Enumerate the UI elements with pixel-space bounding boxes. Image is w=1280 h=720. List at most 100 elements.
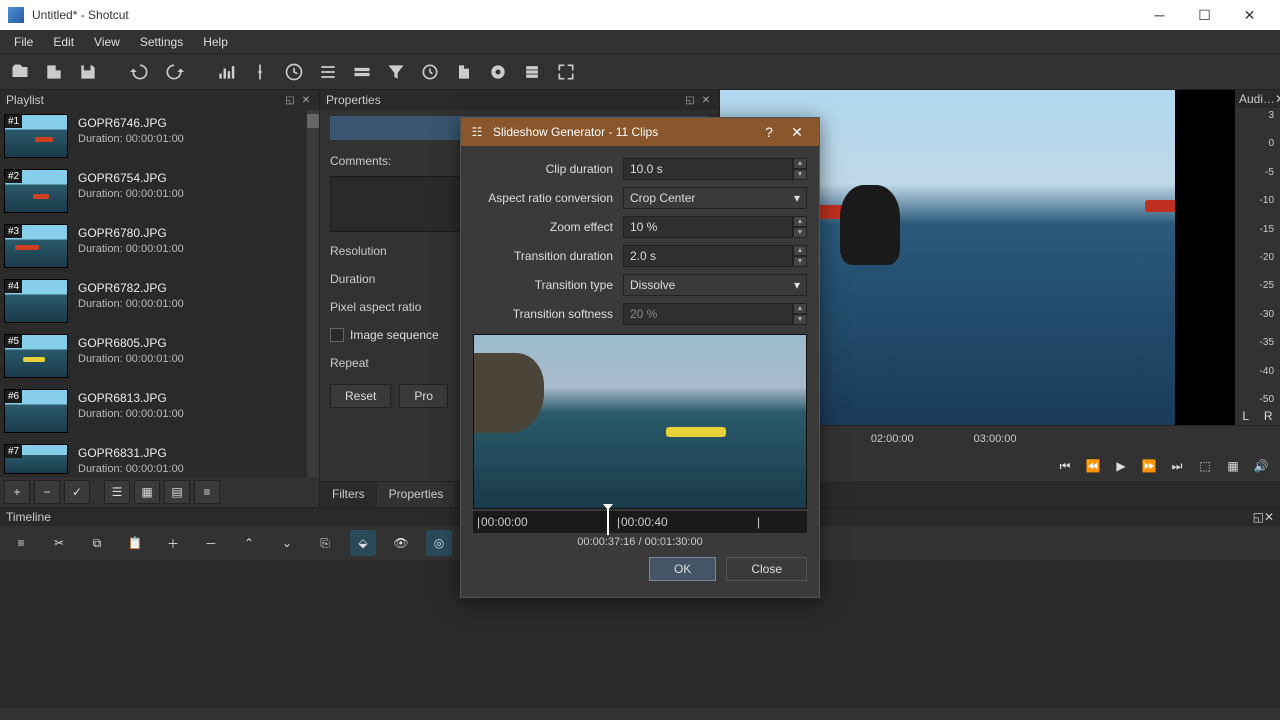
- timeline-icon[interactable]: [350, 60, 374, 84]
- dialog-preview[interactable]: [473, 334, 807, 509]
- playlist-item[interactable]: #1 GOPR6746.JPGDuration: 00:00:01:00: [0, 110, 319, 165]
- menu-help[interactable]: Help: [193, 32, 238, 52]
- playlist-menu-icon[interactable]: ≡: [194, 480, 220, 504]
- cut-icon[interactable]: ✂: [46, 530, 72, 556]
- redo-icon[interactable]: [162, 60, 186, 84]
- recent-icon[interactable]: [282, 60, 306, 84]
- aspect-select[interactable]: Crop Center▾: [623, 187, 807, 209]
- split-icon[interactable]: ⎘: [312, 530, 338, 556]
- fast-forward-icon[interactable]: ⏩: [1138, 455, 1160, 477]
- scrub-icon[interactable]: 👁: [388, 530, 414, 556]
- filters-icon[interactable]: [384, 60, 408, 84]
- chevron-down-icon: ▾: [794, 278, 800, 292]
- save-icon[interactable]: [76, 60, 100, 84]
- playlist-item[interactable]: #7 GOPR6831.JPGDuration: 00:00:01:00: [0, 440, 319, 477]
- minimize-button[interactable]: ─: [1137, 0, 1182, 30]
- lift-icon[interactable]: ⌃: [236, 530, 262, 556]
- dialog-timeline[interactable]: | 00:00:00 | 00:00:40 |: [473, 511, 807, 533]
- ripple-icon[interactable]: ◎: [426, 530, 452, 556]
- snap-icon[interactable]: ⬙: [350, 530, 376, 556]
- playlist-item-name: GOPR6746.JPG: [78, 116, 184, 130]
- clip-duration-field[interactable]: [623, 158, 793, 180]
- playlist-list[interactable]: #1 GOPR6746.JPGDuration: 00:00:01:00 #2 …: [0, 110, 319, 477]
- history-icon[interactable]: [452, 60, 476, 84]
- undo-icon[interactable]: [128, 60, 152, 84]
- reset-button[interactable]: Reset: [330, 384, 391, 408]
- dialog-body: Clip duration ▲▼ Aspect ratio conversion…: [461, 146, 819, 597]
- playlist-remove-button[interactable]: −: [34, 480, 60, 504]
- dialog-titlebar[interactable]: ☷ Slideshow Generator - 11 Clips ? ✕: [461, 118, 819, 146]
- menu-file[interactable]: File: [4, 32, 43, 52]
- rewind-icon[interactable]: ⏪: [1082, 455, 1104, 477]
- spinner[interactable]: ▲▼: [793, 158, 807, 180]
- open-file-icon[interactable]: [8, 60, 32, 84]
- playlist-item[interactable]: #3 GOPR6780.JPGDuration: 00:00:01:00: [0, 220, 319, 275]
- jobs-icon[interactable]: [520, 60, 544, 84]
- playlist-view-tiles-icon[interactable]: ▦: [134, 480, 160, 504]
- playlist-thumb: #3: [4, 224, 68, 268]
- spinner[interactable]: ▲▼: [793, 245, 807, 267]
- tab-filters[interactable]: Filters: [320, 482, 377, 507]
- playlist-view-details-icon[interactable]: ☰: [104, 480, 130, 504]
- playlist-scrollbar[interactable]: [307, 110, 319, 477]
- dialog-help-button[interactable]: ?: [755, 118, 783, 146]
- playlist-item[interactable]: #6 GOPR6813.JPGDuration: 00:00:01:00: [0, 385, 319, 440]
- peak-meter-icon[interactable]: [214, 60, 238, 84]
- playlist-item-name: GOPR6780.JPG: [78, 226, 184, 240]
- menu-edit[interactable]: Edit: [43, 32, 84, 52]
- transition-duration-field[interactable]: [623, 245, 793, 267]
- append-icon[interactable]: ＋: [160, 530, 186, 556]
- playlist-item[interactable]: #5 GOPR6805.JPGDuration: 00:00:01:00: [0, 330, 319, 385]
- remove-icon[interactable]: －: [198, 530, 224, 556]
- zoom-field[interactable]: [623, 216, 793, 238]
- timeline-undock-icon[interactable]: ◱: [1253, 510, 1264, 524]
- play-icon[interactable]: ▶: [1110, 455, 1132, 477]
- overwrite-icon[interactable]: ⌄: [274, 530, 300, 556]
- menu-settings[interactable]: Settings: [130, 32, 193, 52]
- copy-icon[interactable]: ⧉: [84, 530, 110, 556]
- playlist-icon[interactable]: [316, 60, 340, 84]
- window-title: Untitled* - Shotcut: [32, 8, 1137, 22]
- properties-undock-icon[interactable]: ◱: [683, 93, 697, 107]
- preset-button[interactable]: Pro: [399, 384, 448, 408]
- skip-start-icon[interactable]: ⏮: [1054, 455, 1076, 477]
- playlist-update-button[interactable]: ✓: [64, 480, 90, 504]
- dialog-playhead[interactable]: [607, 507, 609, 535]
- dialog-close-button[interactable]: ✕: [783, 118, 811, 146]
- zoom-fit-icon[interactable]: ⬚: [1194, 455, 1216, 477]
- skip-end-icon[interactable]: ⏭: [1166, 455, 1188, 477]
- timeline-menu-icon[interactable]: ≡: [8, 530, 34, 556]
- meter-close-icon[interactable]: ✕: [1275, 92, 1280, 106]
- timeline-close-icon[interactable]: ✕: [1264, 510, 1274, 524]
- playlist-add-button[interactable]: +: [4, 480, 30, 504]
- fullscreen-icon[interactable]: [554, 60, 578, 84]
- ok-button[interactable]: OK: [649, 557, 716, 581]
- imgseq-checkbox[interactable]: [330, 328, 344, 342]
- playlist-thumb: #5: [4, 334, 68, 378]
- playlist-view-icons-icon[interactable]: ▤: [164, 480, 190, 504]
- playlist-undock-icon[interactable]: ◱: [283, 93, 297, 107]
- transition-softness-field[interactable]: [623, 303, 793, 325]
- open-other-icon[interactable]: [42, 60, 66, 84]
- close-button[interactable]: ✕: [1227, 0, 1272, 30]
- playlist-close-icon[interactable]: ✕: [299, 93, 313, 107]
- transition-type-select[interactable]: Dissolve▾: [623, 274, 807, 296]
- properties-icon[interactable]: [248, 60, 272, 84]
- playlist-item[interactable]: #4 GOPR6782.JPGDuration: 00:00:01:00: [0, 275, 319, 330]
- paste-icon[interactable]: 📋: [122, 530, 148, 556]
- playlist-item[interactable]: #2 GOPR6754.JPGDuration: 00:00:01:00: [0, 165, 319, 220]
- window-titlebar: Untitled* - Shotcut ─ ☐ ✕: [0, 0, 1280, 30]
- spinner[interactable]: ▲▼: [793, 303, 807, 325]
- volume-icon[interactable]: 🔊: [1250, 455, 1272, 477]
- spinner[interactable]: ▲▼: [793, 216, 807, 238]
- transition-type-label: Transition type: [473, 278, 623, 292]
- properties-close-icon[interactable]: ✕: [699, 93, 713, 107]
- grid-icon[interactable]: ▦: [1222, 455, 1244, 477]
- menu-view[interactable]: View: [84, 32, 130, 52]
- export-icon[interactable]: [486, 60, 510, 84]
- close-dialog-button[interactable]: Close: [726, 557, 807, 581]
- maximize-button[interactable]: ☐: [1182, 0, 1227, 30]
- keyframes-icon[interactable]: [418, 60, 442, 84]
- scrollbar-thumb[interactable]: [307, 114, 319, 128]
- tab-properties[interactable]: Properties: [377, 482, 456, 507]
